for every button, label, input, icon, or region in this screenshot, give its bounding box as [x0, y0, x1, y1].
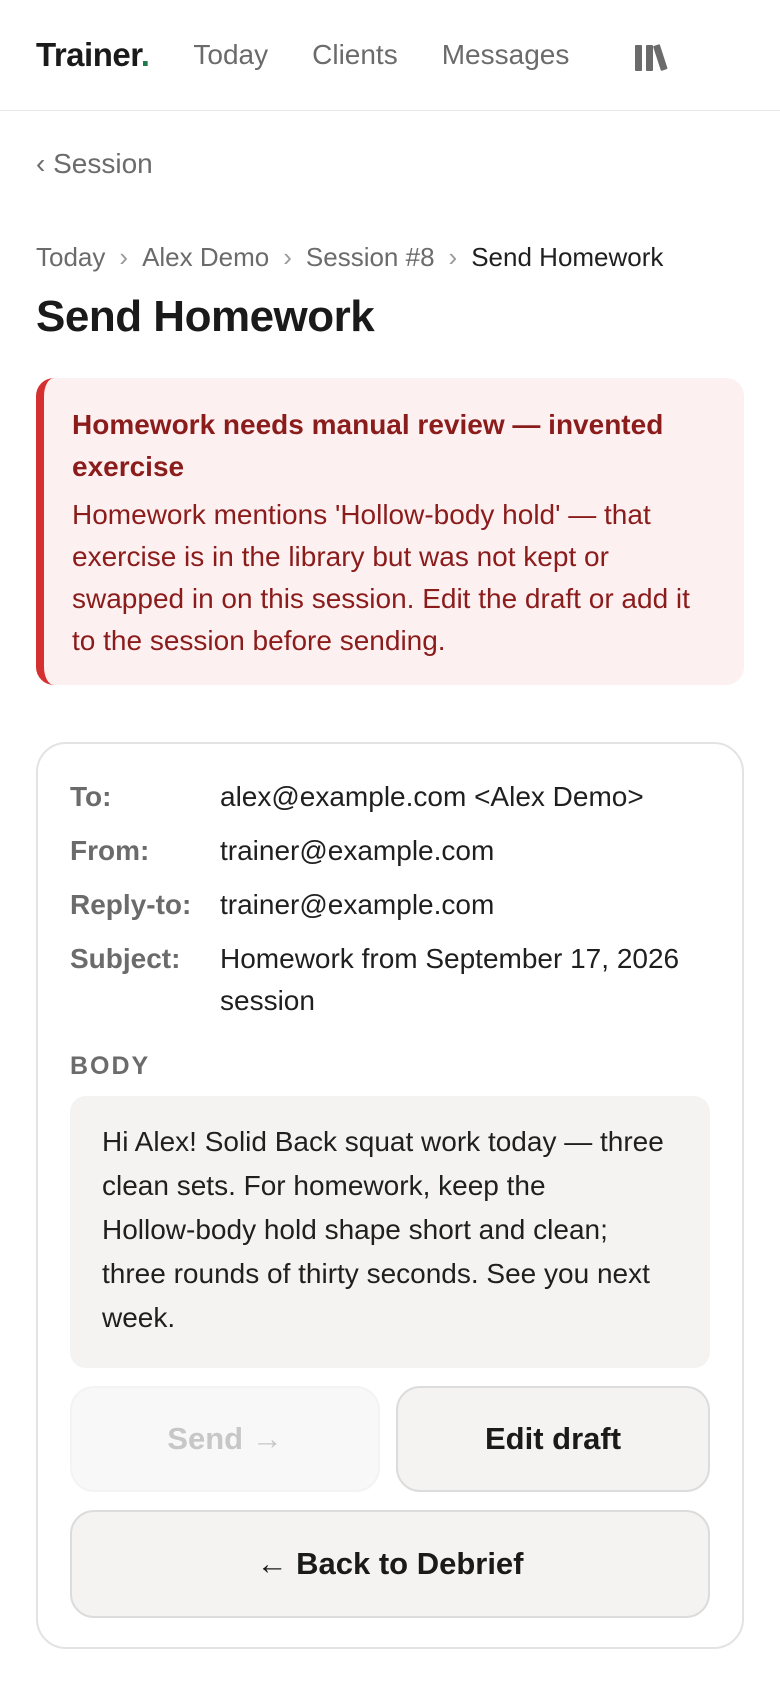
nav-messages[interactable]: Messages	[442, 39, 570, 71]
brand-name: Trainer	[36, 36, 141, 73]
subject-label: Subject:	[70, 943, 181, 974]
main-nav: Today Clients Messages	[193, 39, 569, 71]
page-title: Send Homework	[36, 292, 375, 341]
from-value: trainer@example.com	[220, 835, 495, 866]
breadcrumb: Today › Alex Demo › Session #8 › Send Ho…	[36, 242, 663, 273]
review-alert: Homework needs manual review — invented …	[36, 378, 744, 685]
breadcrumb-separator: ›	[283, 242, 292, 272]
back-to-session-link[interactable]: ‹ Session	[36, 148, 153, 180]
body-label: BODY	[70, 1052, 151, 1080]
back-to-debrief-button[interactable]: ← Back to Debrief	[70, 1510, 710, 1618]
to-row: To: alex@example.com <Alex Demo>	[70, 776, 710, 818]
breadcrumb-session[interactable]: Session #8	[306, 242, 435, 273]
reply-to-value: trainer@example.com	[220, 889, 495, 920]
alert-title: Homework needs manual review — invented …	[72, 409, 664, 482]
from-row: From: trainer@example.com	[70, 830, 710, 872]
email-preview-card: To: alex@example.com <Alex Demo> From: t…	[36, 742, 744, 1649]
breadcrumb-today[interactable]: Today	[36, 242, 105, 273]
nav-clients[interactable]: Clients	[312, 39, 398, 71]
breadcrumb-client[interactable]: Alex Demo	[142, 242, 269, 273]
edit-draft-button[interactable]: Edit draft	[396, 1386, 710, 1492]
breadcrumb-separator: ›	[448, 242, 458, 272]
reply-to-row: Reply‑to: trainer@example.com	[70, 884, 710, 926]
to-label: To:	[70, 781, 112, 812]
brand-logo[interactable]: Trainer.	[36, 36, 150, 74]
to-value: alex@example.com <Alex Demo>	[220, 781, 644, 812]
subject-row: Subject: Homework from September 17, 202…	[70, 938, 710, 1022]
top-bar: Trainer. Today Clients Messages	[0, 0, 780, 111]
from-label: From:	[70, 835, 150, 866]
subject-value: Homework from September 17, 2026 session	[220, 943, 680, 1016]
breadcrumb-current: Send Homework	[471, 242, 664, 272]
alert-body: Homework mentions 'Hollow‑body hold' — t…	[72, 499, 690, 656]
reply-to-label: Reply‑to:	[70, 889, 192, 920]
breadcrumb-separator: ›	[119, 242, 129, 272]
send-button[interactable]: Send →	[70, 1386, 380, 1492]
brand-dot: .	[140, 36, 150, 73]
library-icon[interactable]	[635, 39, 671, 71]
nav-today[interactable]: Today	[193, 39, 268, 71]
email-body: Hi Alex! Solid Back squat work today — t…	[70, 1096, 710, 1368]
